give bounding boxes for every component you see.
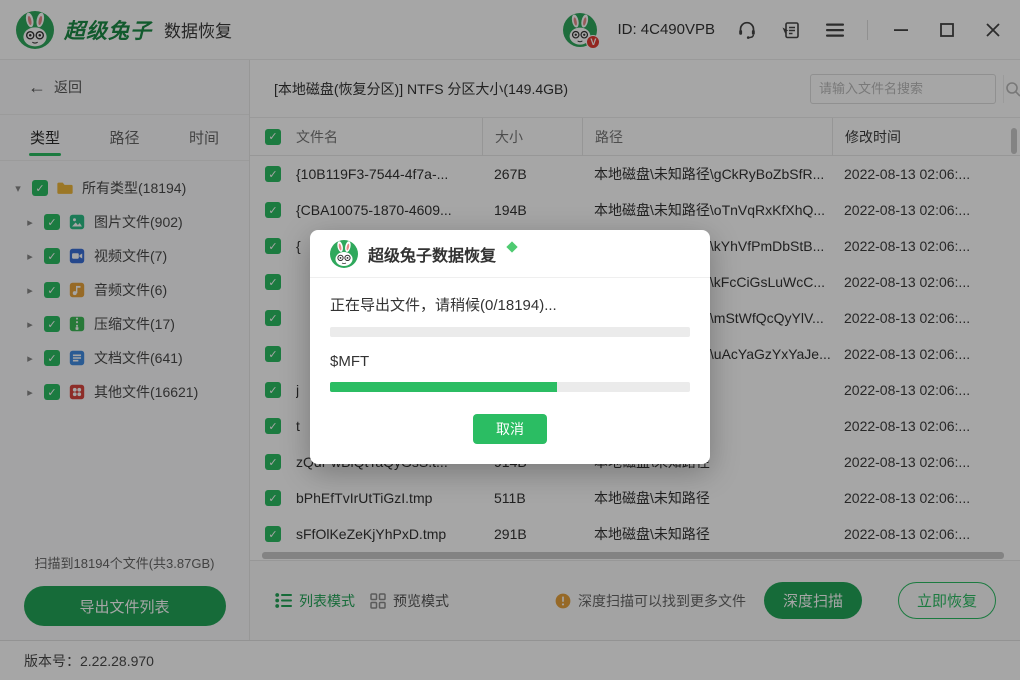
cancel-button[interactable]: 取消 [473, 414, 547, 444]
overall-progress-bar [330, 327, 690, 337]
dialog-title: 超级兔子数据恢复 [368, 242, 496, 266]
export-status-message: 正在导出文件，请稍候(0/18194)... [330, 294, 690, 315]
diamond-accent-icon [506, 241, 517, 252]
dialog-header: 超级兔子数据恢复 [310, 230, 710, 278]
export-progress-dialog: 超级兔子数据恢复 正在导出文件，请稍候(0/18194)... $MFT 取消 [310, 230, 710, 464]
app-window: 超级兔子 数据恢复 V ID: 4C490VPB [0, 0, 1020, 680]
current-file-progress-bar [330, 382, 690, 392]
dialog-rabbit-icon [330, 240, 358, 268]
current-progress-fill [330, 382, 557, 392]
current-file-label: $MFT [330, 353, 690, 370]
